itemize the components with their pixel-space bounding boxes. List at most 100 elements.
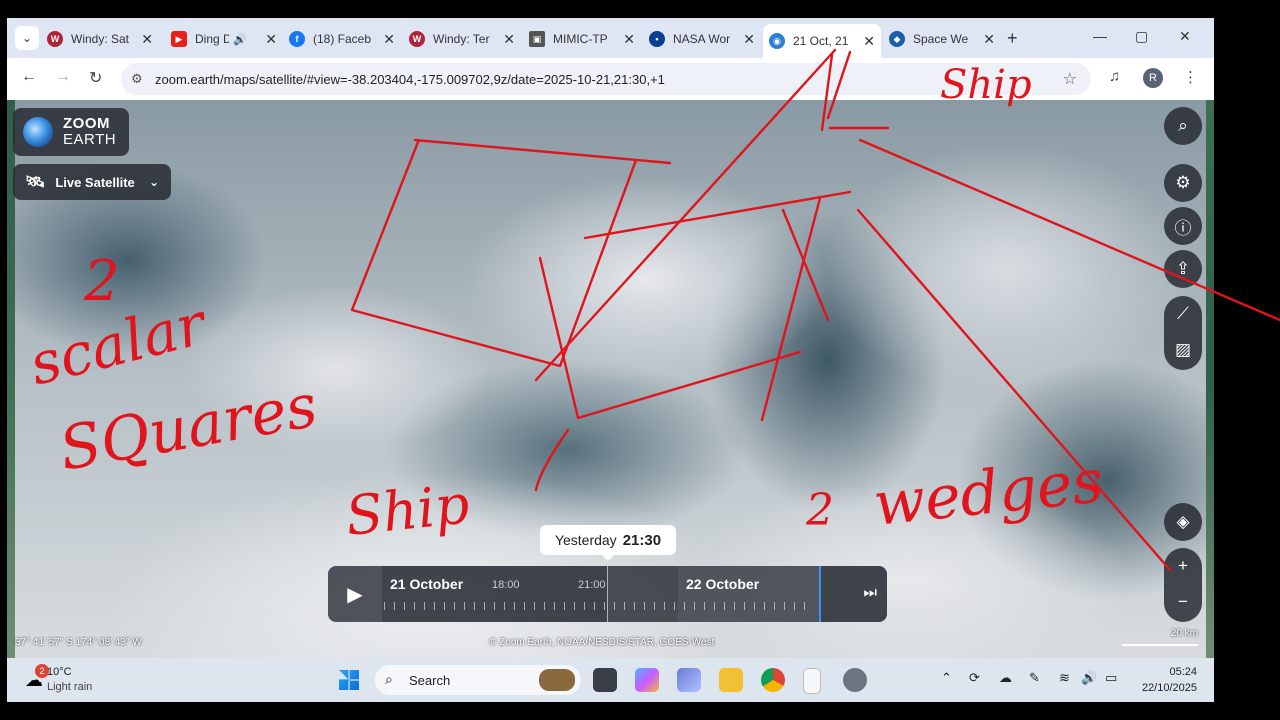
copilot-icon[interactable] [635,668,659,692]
system-clock[interactable]: 05:24 22/10/2025 [1131,664,1197,696]
task-view-icon[interactable] [593,668,617,692]
file-explorer-icon[interactable] [719,668,743,692]
timeline-future-segment [678,566,821,622]
settings-app-icon[interactable] [843,668,867,692]
youtube-icon: ▶ [171,31,187,47]
timeline-ticks[interactable] [384,602,814,610]
search-placeholder: Search [409,673,451,688]
play-button[interactable]: ▶ [328,566,382,622]
close-icon[interactable]: ✕ [743,31,755,48]
tab-strip: ⌄ W Windy: Sat ✕ ▶ Ding D 🔊 ✕ f (18) Fac… [7,18,1214,58]
forward-button[interactable]: → [55,68,71,86]
zoom-in-button[interactable]: + [1164,548,1202,584]
pen-app-icon[interactable] [677,668,701,692]
windy-icon: W [47,31,63,47]
tab-title: Ding D [195,32,229,46]
pen-icon[interactable]: ✎ [1029,670,1040,686]
play-icon: ▶ [347,583,363,606]
zoom-controls: + − [1164,548,1202,622]
settings-button[interactable]: ⚙ [1164,164,1202,202]
close-icon[interactable]: ✕ [983,31,995,48]
weather-condition: Light rain [47,681,93,693]
notepad-icon[interactable] [803,668,821,694]
scale-label: 20 km [1170,628,1198,639]
new-tab-button[interactable]: + [1007,28,1018,49]
timeline-cursor[interactable] [607,566,608,622]
media-control-icon[interactable]: ♫ [1109,68,1120,85]
tab-0[interactable]: W Windy: Sat ✕ [47,24,159,54]
timeline-day1: 21 October [390,576,464,592]
noaa-icon: ◆ [889,31,905,47]
weather-widget[interactable]: ☁ 2 10°C Light rain [21,664,121,696]
zoom-earth-logo[interactable]: ZOOM EARTH [13,108,129,156]
address-bar[interactable]: ⚙ zoom.earth/maps/satellite/#view=-38.20… [121,63,1091,95]
brand-line2: EARTH [63,131,117,148]
minimize-button[interactable]: — [1093,28,1107,44]
share-icon: ⇪ [1175,259,1191,278]
clock-date: 22/10/2025 [1141,682,1197,694]
url-text[interactable]: zoom.earth/maps/satellite/#view=-38.2034… [155,72,665,87]
layers-icon: ◈ [1176,512,1190,531]
wifi-icon[interactable]: ≋ [1059,670,1070,686]
measure-area-icon[interactable]: ▨ [1164,332,1202,368]
share-button[interactable]: ⇪ [1164,250,1202,288]
cloud-off-icon[interactable]: ☁ [999,670,1012,686]
globe-icon [23,117,53,147]
windy-icon: W [409,31,425,47]
timeline-past-segment [608,566,678,622]
back-button[interactable]: ← [21,68,37,86]
layers-button[interactable]: ◈ [1164,503,1202,541]
measure-distance-icon[interactable]: ⟋ [1164,296,1202,332]
chevron-up-icon[interactable]: ⌃ [941,670,952,686]
tab-4[interactable]: ▣ MIMIC-TP ✕ [529,24,641,54]
tab-7[interactable]: ◆ Space We ✕ [889,24,1001,54]
reload-button[interactable]: ↻ [89,68,102,88]
tab-title: NASA Wor [673,32,731,46]
layer-select-button[interactable]: 🛰 Live Satellite ⌄ [13,164,171,200]
clock-time: 05:24 [1169,666,1197,678]
speaker-icon[interactable]: 🔊 [233,33,247,46]
tab-3[interactable]: W Windy: Ter ✕ [409,24,521,54]
tab-title: (18) Faceb [313,32,372,46]
tab-1[interactable]: ▶ Ding D 🔊 ✕ [171,24,283,54]
timeline-bar[interactable]: ▶ 21 October 18:00 21:00 22 October ⏭ [328,566,887,622]
profile-avatar[interactable]: R [1143,68,1163,88]
site-info-icon[interactable]: ⚙ [131,71,143,87]
window-close-button[interactable]: ✕ [1179,28,1191,45]
bookmark-star-icon[interactable]: ☆ [1063,69,1077,89]
facebook-icon: f [289,31,305,47]
maximize-button[interactable]: ▢ [1135,28,1148,45]
timeline-now-marker [819,566,821,622]
chrome-icon[interactable] [761,668,785,692]
satellite-map[interactable]: ZOOM EARTH 🛰 Live Satellite ⌄ ⌕ ⚙ ⓘ ⇪ ⟋ … [7,100,1214,658]
close-icon[interactable]: ✕ [383,31,395,48]
start-button[interactable] [339,670,359,690]
zoom-out-button[interactable]: − [1164,584,1202,620]
nasa-icon: • [649,31,665,47]
windows-taskbar: ☁ 2 10°C Light rain ⌕ Search ⌃ ⟳ ☁ ✎ ≋ 🔊… [7,658,1214,702]
tab-5[interactable]: • NASA Wor ✕ [649,24,761,54]
close-icon[interactable]: ✕ [141,31,153,48]
close-icon[interactable]: ✕ [623,31,635,48]
tab-2[interactable]: f (18) Faceb ✕ [289,24,401,54]
tab-6-active[interactable]: ◉ 21 Oct, 21 ✕ [763,24,881,58]
tab-list-button[interactable]: ⌄ [15,26,39,50]
brand-line1: ZOOM [63,115,110,132]
close-icon[interactable]: ✕ [863,33,875,50]
battery-icon[interactable]: ▭ [1105,670,1117,686]
sync-icon[interactable]: ⟳ [969,670,980,686]
close-icon[interactable]: ✕ [265,31,277,48]
gear-icon: ⚙ [1175,173,1191,192]
close-icon[interactable]: ✕ [503,31,515,48]
info-button[interactable]: ⓘ [1164,207,1202,245]
cursor-coordinates: 37° 41′ 57″ S 174° 08′ 43″ W [15,637,142,648]
tooltip-time: 21:30 [622,531,662,549]
volume-icon[interactable]: 🔊 [1081,670,1097,686]
taskbar-search[interactable]: ⌕ Search [375,665,581,695]
skip-to-now-button[interactable]: ⏭ [863,584,877,601]
map-search-button[interactable]: ⌕ [1164,107,1202,145]
tab-title: Space We [913,32,969,46]
browser-menu-button[interactable]: ⋮ [1183,68,1198,86]
attribution[interactable]: © Zoom Earth, NOAA/NESDIS/STAR, GOES-Wes… [489,637,714,648]
time-tooltip: Yesterday 21:30 [540,525,676,561]
